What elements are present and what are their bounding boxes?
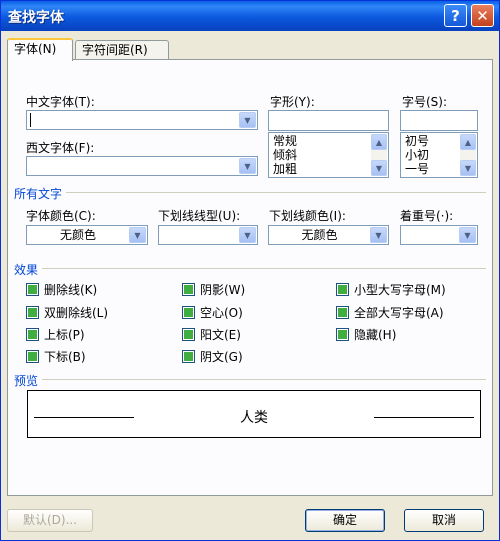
size-list[interactable]: 初号 小初 一号 ▲ ▼ <box>400 132 478 178</box>
effects-group: 效果 <box>14 261 486 278</box>
chevron-down-icon[interactable]: ▼ <box>239 158 256 174</box>
close-icon: ✕ <box>476 6 489 25</box>
strikethrough-checkbox[interactable]: 删除线(K) <box>26 281 97 298</box>
font-color-label: 字体颜色(C): <box>26 209 96 223</box>
underline-color-label: 下划线颜色(I): <box>269 209 346 223</box>
list-item[interactable]: 小初 <box>405 149 429 161</box>
small-caps-checkbox[interactable]: 小型大写字母(M) <box>336 281 446 298</box>
group-divider <box>14 268 486 269</box>
checkbox-label: 空心(O) <box>200 306 243 320</box>
chinese-font-label: 中文字体(T): <box>26 95 95 109</box>
underline-style-label: 下划线线型(U): <box>158 209 241 223</box>
hidden-checkbox[interactable]: 隐藏(H) <box>336 326 396 343</box>
group-divider <box>14 192 486 193</box>
style-label: 字形(Y): <box>270 95 315 109</box>
tab-font[interactable]: 字体(N) <box>7 38 73 61</box>
shadow-checkbox[interactable]: 阴影(W) <box>182 281 245 298</box>
font-tab-panel: 中文字体(T): ▼ 西文字体(F): ▼ 字形(Y): 常规 倾斜 加粗 ▲ … <box>7 59 493 496</box>
chevron-down-icon[interactable]: ▼ <box>370 227 387 243</box>
style-input[interactable] <box>268 110 389 131</box>
style-list[interactable]: 常规 倾斜 加粗 ▲ ▼ <box>268 132 389 178</box>
western-font-label: 西文字体(F): <box>26 141 95 155</box>
scrollbar[interactable]: ▲ ▼ <box>371 134 387 176</box>
checkbox-label: 阴文(G) <box>200 350 243 364</box>
scrollbar[interactable]: ▲ ▼ <box>460 134 476 176</box>
emphasis-mark-combo[interactable]: ▼ <box>400 225 478 245</box>
emboss-checkbox[interactable]: 阳文(E) <box>182 326 241 343</box>
chevron-down-icon[interactable]: ▼ <box>239 112 256 128</box>
preview-group: 预览 <box>14 372 486 389</box>
chevron-down-icon[interactable]: ▼ <box>129 227 146 243</box>
tab-character-spacing[interactable]: 字符间距(R) <box>75 40 169 60</box>
checkbox-label: 删除线(K) <box>44 283 98 297</box>
cancel-button[interactable]: 取消 <box>404 509 484 532</box>
group-divider <box>14 379 486 380</box>
text-caret <box>30 113 31 127</box>
list-item[interactable]: 常规 <box>273 135 297 147</box>
font-dialog: 查找字体 ? ✕ 字体(N) 字符间距(R) 中文字体(T): ▼ 西文字体(F… <box>0 0 500 541</box>
title-bar[interactable]: 查找字体 ? ✕ <box>1 1 499 31</box>
preview-rule-right <box>374 417 474 418</box>
checkbox-label: 下标(B) <box>44 350 86 364</box>
size-input[interactable] <box>400 110 478 131</box>
window-title: 查找字体 <box>8 10 64 26</box>
all-text-group: 所有文字 <box>14 185 486 202</box>
checkbox-label: 阳文(E) <box>200 328 241 342</box>
list-item[interactable]: 初号 <box>405 135 429 147</box>
preview-box: 人类 <box>27 390 481 438</box>
help-button[interactable]: ? <box>444 4 467 27</box>
font-color-value: 无颜色 <box>59 228 96 242</box>
help-icon: ? <box>451 6 460 25</box>
underline-style-combo[interactable]: ▼ <box>158 225 258 245</box>
subscript-checkbox[interactable]: 下标(B) <box>26 348 86 365</box>
close-button[interactable]: ✕ <box>471 4 494 27</box>
group-label: 效果 <box>14 261 43 278</box>
checkbox-label: 上标(P) <box>44 328 85 342</box>
superscript-checkbox[interactable]: 上标(P) <box>26 326 85 343</box>
chevron-up-icon[interactable]: ▲ <box>371 134 387 150</box>
western-font-combo[interactable]: ▼ <box>26 156 258 176</box>
list-item[interactable]: 倾斜 <box>273 149 297 161</box>
default-button[interactable]: 默认(D)... <box>7 509 93 532</box>
checkbox-label: 阴影(W) <box>200 283 246 297</box>
checkbox-label: 双删除线(L) <box>44 306 109 320</box>
underline-color-value: 无颜色 <box>301 228 338 242</box>
chevron-down-icon[interactable]: ▼ <box>459 227 476 243</box>
outline-checkbox[interactable]: 空心(O) <box>182 304 243 321</box>
group-label: 所有文字 <box>14 185 67 202</box>
checkbox-label: 全部大写字母(A) <box>354 306 444 320</box>
list-item[interactable]: 加粗 <box>273 163 297 175</box>
ok-button[interactable]: 确定 <box>305 509 385 532</box>
chevron-down-icon[interactable]: ▼ <box>371 160 387 176</box>
all-caps-checkbox[interactable]: 全部大写字母(A) <box>336 304 444 321</box>
chevron-up-icon[interactable]: ▲ <box>460 134 476 150</box>
checkbox-label: 小型大写字母(M) <box>354 283 446 297</box>
size-label: 字号(S): <box>402 95 448 109</box>
chevron-down-icon[interactable]: ▼ <box>239 227 256 243</box>
chinese-font-combo[interactable]: ▼ <box>26 110 258 130</box>
double-strikethrough-checkbox[interactable]: 双删除线(L) <box>26 304 108 321</box>
list-item[interactable]: 一号 <box>405 163 429 175</box>
font-color-combo[interactable]: 无颜色 ▼ <box>26 225 148 245</box>
engrave-checkbox[interactable]: 阴文(G) <box>182 348 243 365</box>
chevron-down-icon[interactable]: ▼ <box>460 160 476 176</box>
underline-color-combo[interactable]: 无颜色 ▼ <box>268 225 389 245</box>
emphasis-mark-label: 着重号(·): <box>400 209 454 223</box>
group-label: 预览 <box>14 372 43 389</box>
checkbox-label: 隐藏(H) <box>354 328 397 342</box>
